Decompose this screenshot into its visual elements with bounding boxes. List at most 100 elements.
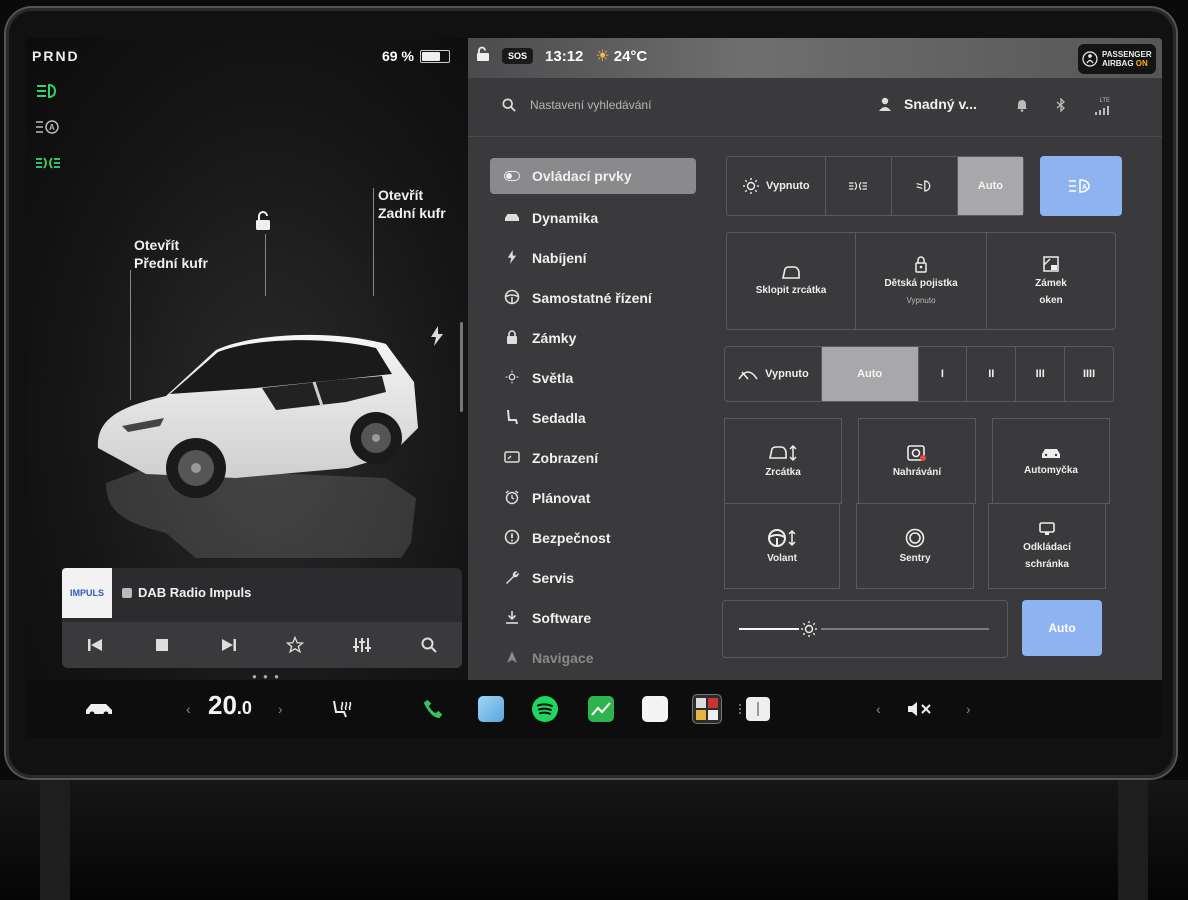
top-bar: Nastavení vyhledávání Snadný v... LTE — [468, 78, 1162, 137]
menu-item-sedadla[interactable]: Sedadla — [490, 398, 696, 438]
headlight-icon[interactable] — [34, 82, 62, 100]
child-lock-tile[interactable]: Dětská pojistka Vypnuto — [855, 232, 987, 330]
alarm-icon — [504, 489, 520, 508]
charge-port-icon[interactable] — [430, 326, 444, 351]
car-wash-tile[interactable]: Automyčka — [992, 418, 1110, 504]
menu-item-label: Navigace — [532, 650, 594, 666]
battery-percent: 69 % — [382, 48, 414, 64]
menu-item-label: Bezpečnost — [532, 530, 611, 546]
menu-item-bezpečnost[interactable]: Bezpečnost — [490, 518, 696, 558]
seat-icon — [504, 409, 520, 428]
bluetooth-icon[interactable] — [1056, 97, 1066, 115]
energy-app-icon[interactable] — [588, 694, 614, 724]
sentry-icon — [905, 528, 925, 547]
temp-up-chevron[interactable]: › — [278, 694, 283, 724]
slider-fill — [739, 628, 799, 630]
sun-icon — [743, 178, 760, 194]
settings-menu: Ovládací prvky Dynamika Nabíjení Samostatné… — [490, 158, 696, 678]
outside-temperature: ☀ 24°C — [595, 47, 648, 66]
menu-item-zobrazení[interactable]: Zobrazení — [490, 438, 696, 478]
lights-auto-option[interactable]: Auto — [957, 157, 1023, 215]
next-icon[interactable] — [215, 631, 243, 659]
unlock-icon[interactable] — [252, 210, 274, 237]
favorite-icon[interactable] — [281, 631, 309, 659]
equalizer-icon[interactable] — [348, 631, 376, 659]
wipers-off-option[interactable]: Vypnuto — [725, 347, 822, 401]
menu-item-zámky[interactable]: Zámky — [490, 318, 696, 358]
spotify-icon[interactable] — [532, 694, 558, 724]
driver-profile[interactable]: Snadný v... — [878, 96, 977, 112]
open-trunk-button[interactable]: Otevřít Zadní kufr — [378, 186, 446, 222]
low-beam-option[interactable] — [892, 157, 958, 215]
temp-down-chevron[interactable]: ‹ — [186, 694, 191, 724]
slider-track — [821, 628, 989, 630]
recording-tile[interactable]: Nahrávání — [858, 418, 976, 504]
bell-icon[interactable] — [1016, 98, 1028, 115]
auto-headlight-icon[interactable]: A — [34, 118, 62, 136]
settings-search[interactable]: Nastavení vyhledávání — [502, 98, 651, 112]
car-view-scrollbar[interactable] — [460, 322, 463, 412]
display-brightness-slider[interactable] — [722, 600, 1008, 658]
glovebox-tile[interactable]: Odkládací schránka — [988, 503, 1106, 589]
door-unlock-icon[interactable] — [476, 46, 490, 66]
search-icon — [502, 98, 516, 112]
status-bar: SOS 13:12 ☀ 24°C — [476, 46, 647, 66]
open-frunk-button[interactable]: Otevřít Přední kufr — [134, 236, 208, 272]
steering-adjust-icon — [768, 528, 796, 547]
volume-up-chevron[interactable]: › — [966, 694, 971, 724]
media-player[interactable]: IMPULS DAB Radio Impuls — [62, 568, 462, 668]
parking-lights-option[interactable] — [826, 157, 892, 215]
stop-icon[interactable] — [148, 631, 176, 659]
mute-icon[interactable] — [906, 694, 934, 724]
steering-wheel-tile[interactable]: Volant — [724, 503, 840, 589]
top-icons: LTE — [1016, 97, 1110, 115]
sentry-tile[interactable]: Sentry — [856, 503, 974, 589]
cabin-temperature[interactable]: 20.0 — [208, 690, 252, 720]
sos-icon[interactable]: SOS — [502, 48, 534, 64]
brightness-sun-icon[interactable] — [800, 620, 818, 643]
menu-item-label: Plánovat — [532, 490, 591, 506]
fold-mirrors-tile[interactable]: Sklopit zrcátka — [726, 232, 856, 330]
mirrors-adjust-tile[interactable]: Zrcátka — [724, 418, 842, 504]
bolt-icon — [504, 249, 520, 267]
window-lock-tile[interactable]: Zámek oken — [986, 232, 1116, 330]
lights-off-option[interactable]: Vypnuto — [727, 157, 826, 215]
more-apps-icon[interactable] — [738, 694, 772, 724]
menu-item-label: Dynamika — [532, 210, 599, 226]
menu-item-samostatné-řízení[interactable]: Samostatné řízení — [490, 278, 696, 318]
car-icon[interactable] — [84, 694, 114, 724]
wipers-speed-4[interactable]: IIII — [1065, 347, 1113, 401]
media-search-icon[interactable] — [415, 631, 443, 659]
wipers-speed-3[interactable]: III — [1016, 347, 1066, 401]
phone-icon[interactable] — [422, 694, 444, 724]
menu-item-navigace[interactable]: Navigace — [490, 638, 696, 678]
volume-down-chevron[interactable]: ‹ — [876, 694, 881, 724]
wipers-auto-option[interactable]: Auto — [821, 347, 919, 401]
menu-item-label: Zobrazení — [532, 450, 599, 466]
menu-item-světla[interactable]: Světla — [490, 358, 696, 398]
toybox-app-icon[interactable] — [692, 694, 722, 724]
menu-item-servis[interactable]: Servis — [490, 558, 696, 598]
menu-item-software[interactable]: Software — [490, 598, 696, 638]
navigation-app-icon[interactable] — [478, 694, 504, 724]
menu-item-plánovat[interactable]: Plánovat — [490, 478, 696, 518]
wipers-speed-1[interactable]: I — [919, 347, 968, 401]
wiper-icon — [738, 371, 758, 380]
battery-icon — [419, 49, 450, 63]
clock: 13:12 — [545, 47, 584, 65]
menu-item-ovládací-prvky[interactable]: Ovládací prvky — [490, 158, 696, 194]
menu-item-nabíjení[interactable]: Nabíjení — [490, 238, 696, 278]
brightness-auto-button[interactable]: Auto — [1022, 600, 1102, 656]
mirror-icon — [782, 265, 800, 279]
auto-high-beam-button[interactable]: A — [1040, 156, 1122, 216]
menu-item-dynamika[interactable]: Dynamika — [490, 198, 696, 238]
parking-light-icon[interactable] — [34, 154, 62, 172]
battery-indicator: 69 % — [382, 48, 450, 64]
lock-icon — [504, 329, 520, 347]
search-placeholder: Nastavení vyhledávání — [530, 98, 652, 112]
calendar-app-icon[interactable] — [642, 694, 668, 724]
seat-heater-icon[interactable] — [330, 694, 352, 724]
sun-weather-icon: ☀ — [595, 48, 610, 65]
wipers-speed-2[interactable]: II — [967, 347, 1017, 401]
previous-icon[interactable] — [81, 631, 109, 659]
